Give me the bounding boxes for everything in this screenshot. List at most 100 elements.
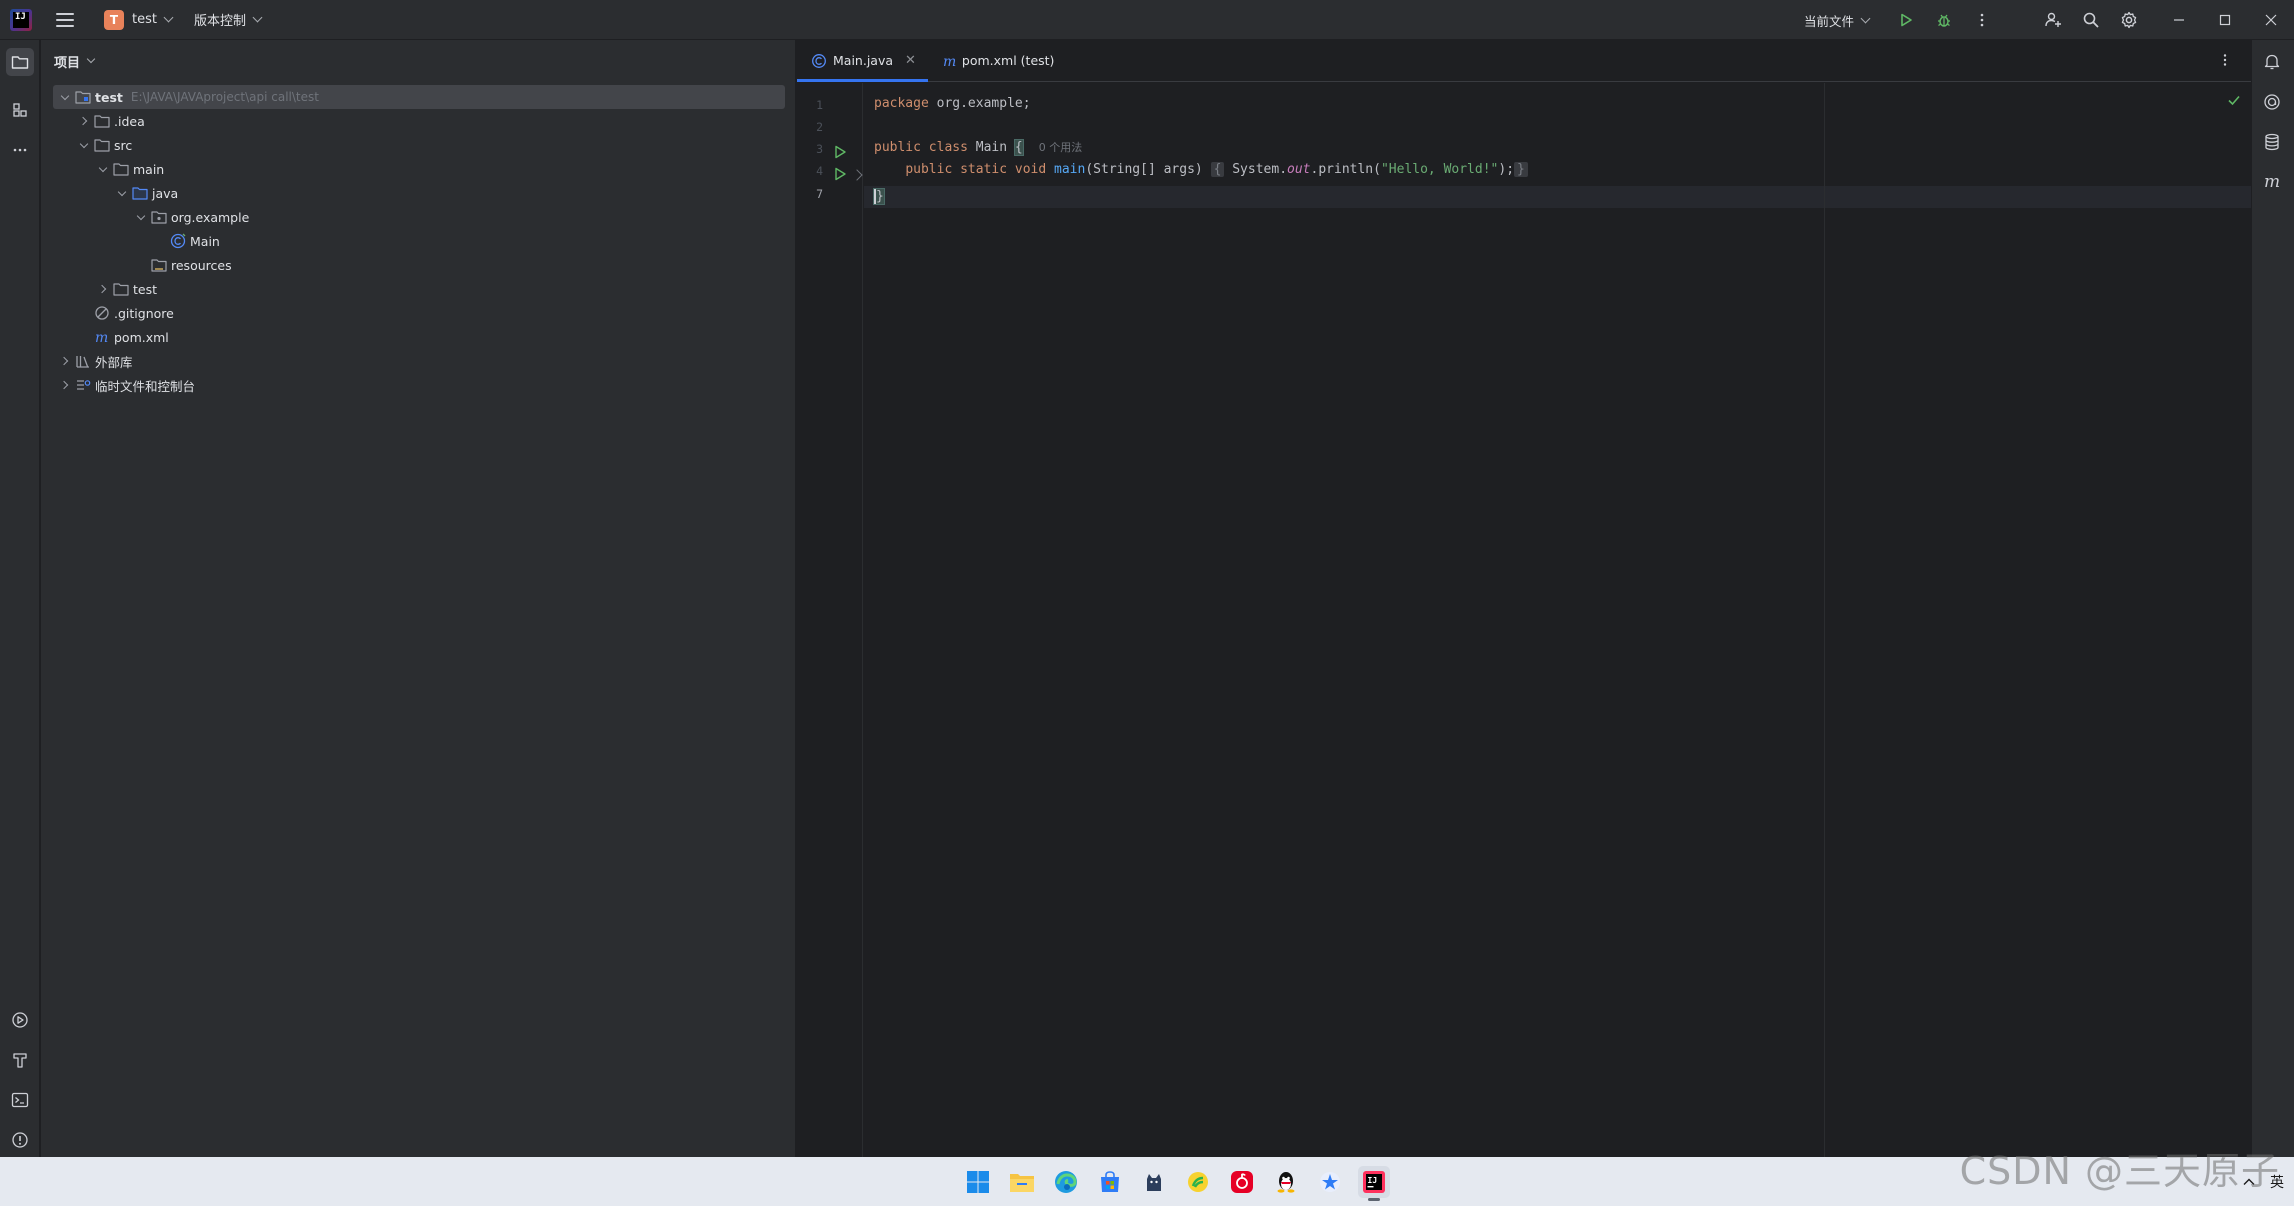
tree-item-label: java [152,185,179,201]
expand-arrow-icon[interactable] [57,377,73,393]
tab-pom-xml[interactable]: m pom.xml (test) [928,40,1067,81]
title-bar: IJ T test 版本控制 当前文件 [0,0,2294,40]
library-icon [75,353,91,369]
tree-item-external-libraries[interactable]: 外部库 [57,349,133,373]
project-panel-header[interactable]: 项目 [41,40,795,82]
tree-item-label: 临时文件和控制台 [95,378,196,394]
ignore-file-icon [94,305,110,321]
tree-item-test-folder[interactable]: test [95,277,157,301]
problems-icon[interactable] [6,1126,34,1154]
vcs-label: 版本控制 [193,14,246,29]
expand-arrow-icon[interactable] [95,281,111,297]
project-name: test [132,12,157,27]
run-config-label: 当前文件 [1803,13,1854,29]
chevron-down-icon [86,54,96,64]
maven-tool-icon[interactable]: m [2258,168,2286,196]
tree-item-resources[interactable]: resources [151,253,232,277]
no-problems-check-icon[interactable] [2227,93,2241,107]
database-icon[interactable] [2258,128,2286,156]
maven-icon: m [94,329,110,345]
code-area[interactable]: package org.example; public class Main {… [864,83,2251,1157]
project-panel: 项目 test E:\JAVA\JAVAproject\api call\tes… [41,40,796,1157]
services-run-icon[interactable] [6,1006,34,1034]
chevron-down-icon [163,12,174,23]
expand-arrow-icon[interactable] [57,353,73,369]
expand-arrow-icon[interactable] [76,137,92,153]
tree-item-pom-xml[interactable]: m pom.xml [94,325,169,349]
tree-item-main[interactable]: main [95,157,164,181]
tree-item-idea[interactable]: .idea [76,109,145,133]
music-app-icon[interactable] [1182,1166,1214,1198]
close-window-button[interactable] [2248,0,2294,40]
tree-item-scratches[interactable]: 临时文件和控制台 [57,373,195,397]
expand-arrow-icon[interactable] [114,185,130,201]
run-gutter-icon[interactable] [833,145,847,159]
run-icon[interactable] [1892,6,1920,34]
tab-label: pom.xml (test) [961,53,1055,68]
folder-icon [113,161,129,177]
start-menu-icon[interactable] [962,1166,994,1198]
tree-item-label: org.example [171,209,250,225]
tree-item-gitignore[interactable]: .gitignore [94,301,174,325]
run-gutter-icon[interactable] [833,167,847,181]
folder-icon [94,137,110,153]
qq-penguin-icon[interactable] [1270,1166,1302,1198]
intellij-taskbar-icon[interactable]: IJ [1358,1166,1390,1201]
cat-app-icon[interactable] [1138,1166,1170,1198]
code-with-me-icon[interactable] [2039,6,2067,34]
svg-text:IJ: IJ [1368,1176,1378,1185]
minimize-button[interactable] [2156,0,2202,40]
app-store-icon[interactable] [1314,1166,1346,1198]
tree-item-label: main [133,161,165,177]
tree-item-src[interactable]: src [76,133,132,157]
tree-item-label: src [114,137,133,153]
svg-text:m: m [2264,174,2280,190]
netease-music-icon[interactable] [1226,1166,1258,1198]
settings-gear-icon[interactable] [2115,6,2143,34]
source-folder-icon [132,185,148,201]
debug-icon[interactable] [1930,6,1958,34]
structure-tool-icon[interactable] [6,96,34,124]
tab-actions-menu-icon[interactable] [2213,48,2237,72]
close-tab-icon[interactable]: ✕ [905,53,916,68]
tree-item-org-example[interactable]: org.example [133,205,249,229]
expand-arrow-icon[interactable] [57,89,73,105]
tree-item-test-root[interactable]: test E:\JAVA\JAVAproject\api call\test [53,85,785,109]
folder-icon [113,281,129,297]
ai-assistant-icon[interactable] [2258,88,2286,116]
search-icon[interactable] [2077,6,2105,34]
ide-window: IJ T test 版本控制 当前文件 项目 test E:\JAVA\JAVA… [0,0,2294,1206]
expand-arrow-icon[interactable] [76,113,92,129]
vcs-widget[interactable]: 版本控制 [188,6,267,34]
maximize-button[interactable] [2202,0,2248,40]
build-hammer-icon[interactable] [6,1046,34,1074]
project-tool-button[interactable] [6,48,34,76]
expand-arrow-icon[interactable] [95,161,111,177]
project-widget[interactable]: T test [98,6,178,34]
tree-item-java[interactable]: java [114,181,178,205]
editor-tab-bar: Main.java ✕ m pom.xml (test) [797,40,2251,82]
tree-item-label: Main [190,233,220,249]
fold-arrow-icon[interactable] [851,169,863,181]
line-number: 7 [816,187,823,201]
resources-folder-icon [151,257,167,273]
edge-browser-icon[interactable] [1050,1166,1082,1198]
line-number: 4 [816,164,823,178]
run-config-selector[interactable]: 当前文件 [1803,11,1871,30]
tab-main-java[interactable]: Main.java ✕ [797,40,928,82]
svg-text:m: m [943,54,956,68]
microsoft-store-icon[interactable] [1094,1166,1126,1198]
right-margin-guide [1824,83,1825,1157]
tree-item-label: .gitignore [114,305,174,321]
expand-arrow-icon[interactable] [133,209,149,225]
file-explorer-icon[interactable] [1006,1166,1038,1198]
tab-label: Main.java [833,53,894,68]
more-tools-icon[interactable] [6,136,34,164]
terminal-icon[interactable] [6,1086,34,1114]
main-menu-icon[interactable] [56,12,74,27]
usages-inlay-hint[interactable]: 0 个用法 [1039,141,1083,154]
notifications-bell-icon[interactable] [2258,48,2286,76]
more-actions-icon[interactable] [1968,6,1996,34]
tree-item-main-class[interactable]: Main [170,229,220,253]
tree-item-path-hint: E:\JAVA\JAVAproject\api call\test [130,90,319,104]
